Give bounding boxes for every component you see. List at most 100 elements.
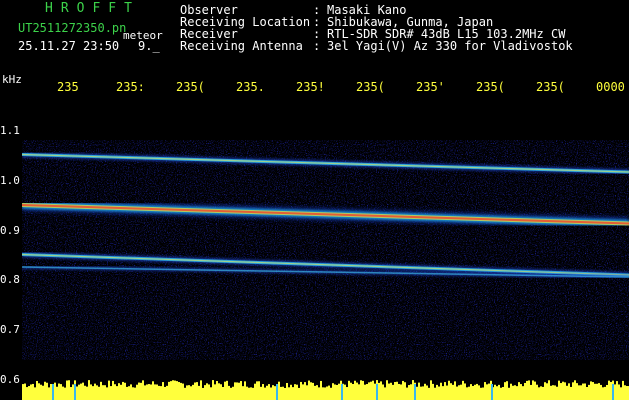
yellow-noise-bar xyxy=(382,384,384,400)
cyan-marker xyxy=(376,384,378,400)
yellow-noise-bar xyxy=(294,384,296,400)
yellow-noise-bar xyxy=(134,387,136,400)
yellow-noise-bar xyxy=(266,385,268,400)
y-tick-label: 1.1 xyxy=(0,124,20,137)
yellow-noise-bar xyxy=(170,381,172,400)
yellow-noise-bar xyxy=(552,385,554,400)
yellow-noise-bar xyxy=(334,384,336,400)
yellow-noise-bar xyxy=(268,384,270,400)
yellow-noise-bar xyxy=(594,383,596,400)
yellow-noise-bar xyxy=(390,382,392,400)
yellow-noise-bar xyxy=(128,386,130,400)
yellow-noise-bar xyxy=(616,381,618,400)
yellow-noise-bar xyxy=(362,380,364,400)
yellow-noise-bar xyxy=(346,387,348,400)
yellow-noise-bar xyxy=(430,380,432,400)
yellow-noise-bar xyxy=(360,380,362,400)
y-tick-label: 1.0 xyxy=(0,174,20,187)
yellow-noise-bar xyxy=(290,384,292,400)
yellow-noise-bar xyxy=(392,384,394,400)
yellow-noise-bar xyxy=(468,386,470,400)
yellow-noise-bar xyxy=(184,387,186,400)
time-tick-label: 235( xyxy=(176,80,205,94)
yellow-noise-bar xyxy=(240,381,242,400)
yellow-noise-bar xyxy=(592,382,594,400)
yellow-noise-bar xyxy=(328,385,330,400)
yellow-noise-bar xyxy=(282,386,284,400)
yellow-noise-bar xyxy=(138,382,140,400)
yellow-noise-bar xyxy=(314,385,316,400)
yellow-noise-bar xyxy=(348,380,350,400)
yellow-noise-bar xyxy=(196,382,198,400)
yellow-noise-bar xyxy=(316,385,318,400)
app-brand: HROFFT xyxy=(45,1,140,16)
yellow-noise-bar xyxy=(132,387,134,400)
yellow-noise-bar xyxy=(586,387,588,400)
yellow-noise-bar xyxy=(396,381,398,400)
yellow-noise-bar xyxy=(580,385,582,400)
yellow-noise-bar xyxy=(136,384,138,400)
yellow-noise-bar xyxy=(426,385,428,400)
yellow-noise-bar xyxy=(434,387,436,400)
yellow-noise-bar xyxy=(58,383,60,400)
yellow-noise-bar xyxy=(126,386,128,400)
yellow-noise-bar xyxy=(400,384,402,400)
yellow-noise-bar xyxy=(576,383,578,400)
yellow-noise-bar xyxy=(272,385,274,400)
yellow-noise-bar xyxy=(502,386,504,400)
yellow-noise-bar xyxy=(394,381,396,400)
yellow-noise-bar xyxy=(24,383,26,400)
yellow-noise-bar xyxy=(172,380,174,400)
yellow-noise-bar xyxy=(578,385,580,400)
yellow-noise-bar xyxy=(306,385,308,400)
yellow-noise-bar xyxy=(264,387,266,400)
yellow-noise-bar xyxy=(288,387,290,400)
yellow-noise-bar xyxy=(602,387,604,400)
cyan-marker xyxy=(491,384,493,400)
yellow-noise-bar xyxy=(222,386,224,400)
yellow-noise-bar xyxy=(422,386,424,400)
yellow-noise-bar xyxy=(260,386,262,400)
yellow-noise-bar xyxy=(78,384,80,400)
yellow-noise-bar xyxy=(54,382,56,400)
y-tick-label: 0.6 xyxy=(0,373,20,386)
yellow-noise-bar xyxy=(350,382,352,400)
yellow-noise-bar xyxy=(366,384,368,400)
yellow-noise-bar xyxy=(398,383,400,400)
yellow-noise-bar xyxy=(582,383,584,400)
yellow-noise-bar xyxy=(322,387,324,400)
yellow-noise-bar xyxy=(404,382,406,400)
yellow-noise-bar xyxy=(482,387,484,400)
yellow-noise-bar xyxy=(368,382,370,400)
yellow-noise-bar xyxy=(608,380,610,400)
yellow-noise-bar xyxy=(194,382,196,400)
time-tick-label: 235. xyxy=(236,80,265,94)
y-tick-label: 0.9 xyxy=(0,224,20,237)
cyan-marker xyxy=(74,384,76,400)
yellow-noise-bar xyxy=(208,384,210,400)
yellow-noise-bar xyxy=(538,387,540,400)
yellow-noise-bar xyxy=(186,385,188,400)
yellow-noise-bar xyxy=(364,384,366,400)
yellow-noise-bar xyxy=(352,384,354,400)
yellow-noise-bar xyxy=(80,383,82,400)
info-separator: : xyxy=(313,39,321,53)
yellow-noise-bar xyxy=(456,386,458,400)
yellow-noise-bar xyxy=(304,382,306,400)
yellow-noise-bar xyxy=(66,380,68,400)
yellow-noise-bar xyxy=(402,380,404,400)
yellow-noise-bar xyxy=(44,381,46,400)
time-tick-label: 235( xyxy=(476,80,505,94)
yellow-noise-bar xyxy=(450,383,452,400)
yellow-noise-bar xyxy=(300,381,302,400)
yellow-noise-bar xyxy=(588,384,590,400)
yellow-noise-bar xyxy=(162,382,164,400)
time-tick-label: 235' xyxy=(416,80,445,94)
yellow-noise-bar xyxy=(48,387,50,400)
yellow-noise-bar xyxy=(388,383,390,400)
yellow-noise-bar xyxy=(534,381,536,400)
yellow-noise-bar xyxy=(598,383,600,400)
yellow-noise-bar xyxy=(550,385,552,400)
yellow-noise-bar xyxy=(354,380,356,400)
yellow-noise-bar xyxy=(574,380,576,400)
